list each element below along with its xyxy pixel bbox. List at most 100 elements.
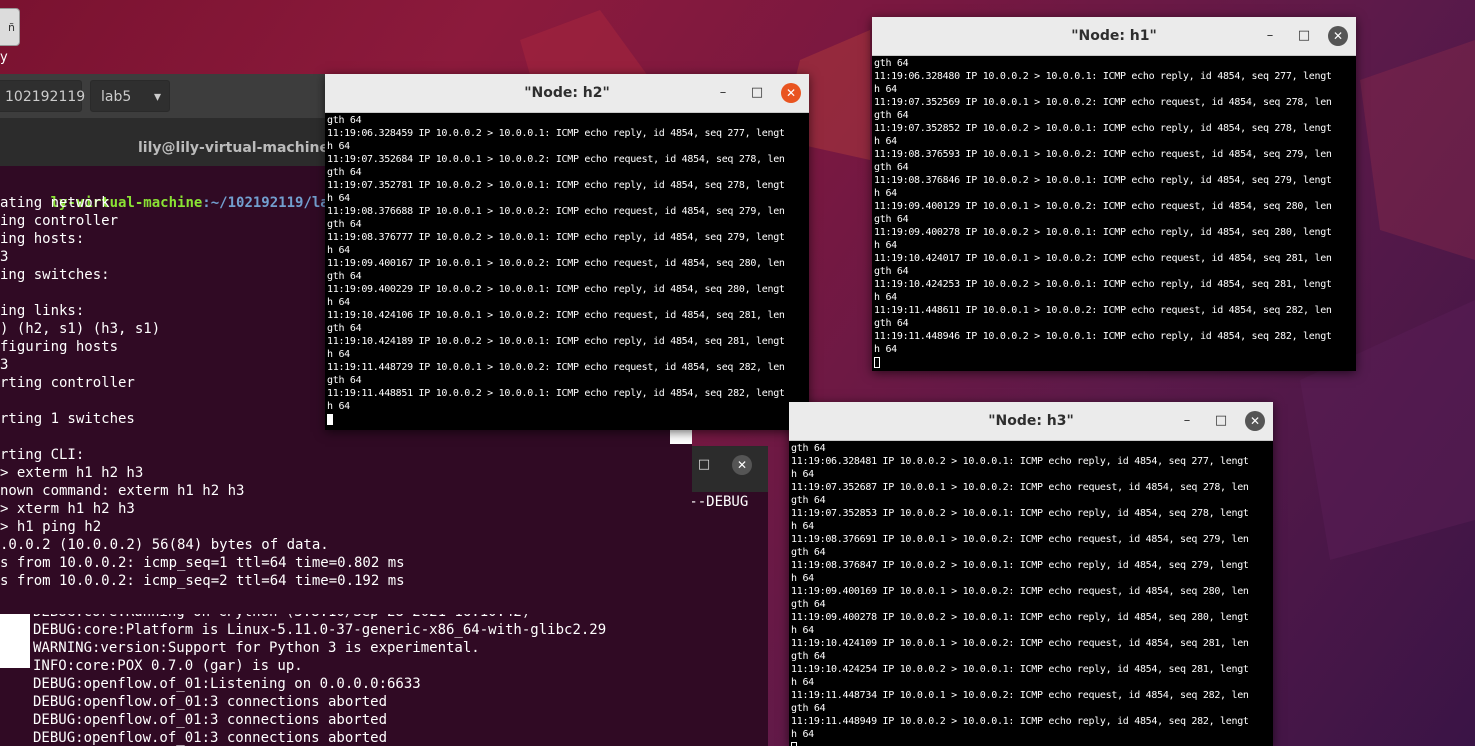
- terminal-cursor: [327, 413, 809, 426]
- tcpdump-output-line: 11:19:11.448729 IP 10.0.0.1 > 10.0.0.2: …: [327, 362, 785, 373]
- terminal-output-line: > xterm h1 h2 h3: [0, 501, 135, 517]
- tcpdump-output-line: 11:19:11.448949 IP 10.0.0.2 > 10.0.0.1: …: [791, 716, 1249, 727]
- tab-102192119[interactable]: 102192119: [0, 80, 85, 112]
- tcpdump-output-line: 11:19:08.376691 IP 10.0.0.1 > 10.0.0.2: …: [791, 534, 1249, 545]
- xterm-h3-titlebar: "Node: h3" – □ ✕: [789, 402, 1273, 441]
- terminal-output-line: s from 10.0.0.2: icmp_seq=1 ttl=64 time=…: [0, 555, 405, 571]
- tcpdump-output-line: 11:19:07.352853 IP 10.0.0.2 > 10.0.0.1: …: [791, 508, 1249, 519]
- tcpdump-output-line: 11:19:09.400278 IP 10.0.0.2 > 10.0.0.1: …: [791, 612, 1249, 623]
- tcpdump-output-line: h 64: [874, 188, 897, 199]
- tcpdump-output-line: gth 64: [791, 651, 826, 662]
- tcpdump-output-line: 11:19:09.400229 IP 10.0.0.2 > 10.0.0.1: …: [327, 284, 785, 295]
- window-title: "Node: h1": [1071, 28, 1157, 44]
- tcpdump-output-line: 11:19:08.376777 IP 10.0.0.2 > 10.0.0.1: …: [327, 232, 785, 243]
- maximize-icon[interactable]: □: [1211, 411, 1231, 431]
- tcpdump-output-line: h 64: [874, 84, 897, 95]
- tcpdump-output-line: gth 64: [327, 115, 362, 126]
- xterm-h2-output: gth 64 11:19:06.328459 IP 10.0.0.2 > 10.0…: [327, 114, 809, 426]
- tcpdump-output-line: h 64: [874, 292, 897, 303]
- maximize-icon[interactable]: □: [1294, 26, 1314, 46]
- tcpdump-output-line: 11:19:10.424253 IP 10.0.0.2 > 10.0.0.1: …: [874, 279, 1332, 290]
- tcpdump-output-line: 11:19:10.424106 IP 10.0.0.1 > 10.0.0.2: …: [327, 310, 785, 321]
- terminal-output-line: .0.0.2 (10.0.0.2) 56(84) bytes of data.: [0, 537, 329, 553]
- tcpdump-output-line: 11:19:08.376847 IP 10.0.0.2 > 10.0.0.1: …: [791, 560, 1249, 571]
- tcpdump-output-line: gth 64: [327, 375, 362, 386]
- tcpdump-output-line: 11:19:10.424109 IP 10.0.0.1 > 10.0.0.2: …: [791, 638, 1249, 649]
- maximize-icon[interactable]: □: [747, 83, 767, 103]
- terminal-output-line: nown command: exterm h1 h2 h3: [0, 483, 245, 499]
- window-title: "Node: h2": [524, 85, 610, 101]
- tcpdump-output-line: 11:19:07.352684 IP 10.0.0.1 > 10.0.0.2: …: [327, 154, 785, 165]
- tcpdump-output-line: 11:19:11.448946 IP 10.0.0.2 > 10.0.0.1: …: [874, 331, 1332, 342]
- xterm-h3-window[interactable]: "Node: h3" – □ ✕ gth 64 11:19:06.328481 I…: [789, 402, 1273, 746]
- tcpdump-output-line: h 64: [791, 729, 814, 740]
- tcpdump-output-line: gth 64: [327, 323, 362, 334]
- tcpdump-output-line: gth 64: [791, 599, 826, 610]
- terminal-cursor: [874, 356, 1356, 369]
- minimize-icon[interactable]: –: [1260, 26, 1280, 46]
- tcpdump-output-line: gth 64: [327, 167, 362, 178]
- close-icon[interactable]: ✕: [1245, 411, 1265, 431]
- pox-output: DEBUG:core:Running on CPython (3.8.10/Se…: [0, 603, 768, 746]
- terminal-output-line: > exterm h1 h2 h3: [0, 465, 144, 481]
- tcpdump-output-line: gth 64: [874, 318, 909, 329]
- tcpdump-output-line: h 64: [327, 349, 350, 360]
- tcpdump-output-line: h 64: [327, 401, 350, 412]
- pox-log-line: INFO:core:POX 0.7.0 (gar) is up.: [33, 658, 303, 674]
- minimize-icon[interactable]: –: [1177, 411, 1197, 431]
- pox-log-line: DEBUG:openflow.of_01:3 connections abort…: [33, 694, 388, 710]
- tcpdump-output-line: gth 64: [874, 162, 909, 173]
- maximize-icon[interactable]: □: [694, 455, 714, 475]
- tab-lab5[interactable]: lab5 ▾: [90, 80, 170, 112]
- app-glyph: ñ: [8, 21, 15, 34]
- tcpdump-output-line: 11:19:09.400278 IP 10.0.0.2 > 10.0.0.1: …: [874, 227, 1332, 238]
- tcpdump-output-line: h 64: [791, 625, 814, 636]
- tcpdump-output-line: 11:19:09.400129 IP 10.0.0.1 > 10.0.0.2: …: [874, 201, 1332, 212]
- tcpdump-output-line: h 64: [874, 344, 897, 355]
- tcpdump-output-line: gth 64: [327, 219, 362, 230]
- pox-log-line: DEBUG:openflow.of_01:3 connections abort…: [33, 730, 388, 746]
- window-title: lily@lily-virtual-machine: ~: [138, 140, 352, 156]
- xterm-h3-output: gth 64 11:19:06.328481 IP 10.0.0.2 > 10.0…: [791, 442, 1273, 746]
- tcpdump-output-line: 11:19:10.424189 IP 10.0.0.2 > 10.0.0.1: …: [327, 336, 785, 347]
- tcpdump-output-line: gth 64: [327, 271, 362, 282]
- tcpdump-output-line: gth 64: [791, 547, 826, 558]
- tcpdump-output-line: 11:19:08.376846 IP 10.0.0.2 > 10.0.0.1: …: [874, 175, 1332, 186]
- cursor-block: [874, 356, 880, 368]
- cursor-block: [791, 741, 797, 746]
- minimize-icon[interactable]: –: [713, 83, 733, 103]
- terminal-output-line: > h1 ping h2: [0, 519, 102, 535]
- tcpdump-output-line: h 64: [791, 469, 814, 480]
- tcpdump-output-line: h 64: [791, 573, 814, 584]
- tcpdump-output-line: 11:19:09.400167 IP 10.0.0.1 > 10.0.0.2: …: [327, 258, 785, 269]
- window-title: "Node: h3": [988, 413, 1074, 429]
- tcpdump-output-line: 11:19:10.424254 IP 10.0.0.2 > 10.0.0.1: …: [791, 664, 1249, 675]
- close-icon[interactable]: ✕: [732, 455, 752, 475]
- tcpdump-output-line: gth 64: [874, 266, 909, 277]
- close-icon[interactable]: ✕: [781, 83, 801, 103]
- tcpdump-output-line: 11:19:07.352569 IP 10.0.0.1 > 10.0.0.2: …: [874, 97, 1332, 108]
- tcpdump-output-line: h 64: [327, 193, 350, 204]
- xterm-h1-window[interactable]: "Node: h1" – □ ✕ gth 64 11:19:06.328480 I…: [872, 17, 1356, 371]
- tcpdump-output-line: 11:19:06.328459 IP 10.0.0.2 > 10.0.0.1: …: [327, 128, 785, 139]
- tcpdump-output-line: gth 64: [791, 703, 826, 714]
- tcpdump-output-line: 11:19:06.328481 IP 10.0.0.2 > 10.0.0.1: …: [791, 456, 1249, 467]
- xterm-h2-window[interactable]: "Node: h2" – □ ✕ gth 64 11:19:06.328459 I…: [325, 74, 809, 430]
- terminal-output-line: s from 10.0.0.2: icmp_seq=2 ttl=64 time=…: [0, 573, 405, 589]
- desktop-app-icon[interactable]: ñ: [0, 8, 20, 46]
- tab-label: lab5: [101, 89, 132, 105]
- tcpdump-output-line: 11:19:07.352852 IP 10.0.0.2 > 10.0.0.1: …: [874, 123, 1332, 134]
- tcpdump-output-line: 11:19:07.352781 IP 10.0.0.2 > 10.0.0.1: …: [327, 180, 785, 191]
- pox-log-line: DEBUG:core:Platform is Linux-5.11.0-37-g…: [33, 622, 607, 638]
- desktop-icon-label: y: [0, 50, 8, 65]
- tcpdump-output-line: 11:19:10.424017 IP 10.0.0.1 > 10.0.0.2: …: [874, 253, 1332, 264]
- close-icon[interactable]: ✕: [1328, 26, 1348, 46]
- tcpdump-output-line: 11:19:11.448611 IP 10.0.0.1 > 10.0.0.2: …: [874, 305, 1332, 316]
- tcpdump-output-line: 11:19:09.400169 IP 10.0.0.1 > 10.0.0.2: …: [791, 586, 1249, 597]
- xterm-h1-titlebar: "Node: h1" – □ ✕: [872, 17, 1356, 56]
- tcpdump-output-line: h 64: [874, 136, 897, 147]
- tcpdump-output-line: h 64: [791, 677, 814, 688]
- xterm-h2-titlebar: "Node: h2" – □ ✕: [325, 74, 809, 113]
- tcpdump-output-line: gth 64: [874, 214, 909, 225]
- tcpdump-output-line: 11:19:11.448734 IP 10.0.0.1 > 10.0.0.2: …: [791, 690, 1249, 701]
